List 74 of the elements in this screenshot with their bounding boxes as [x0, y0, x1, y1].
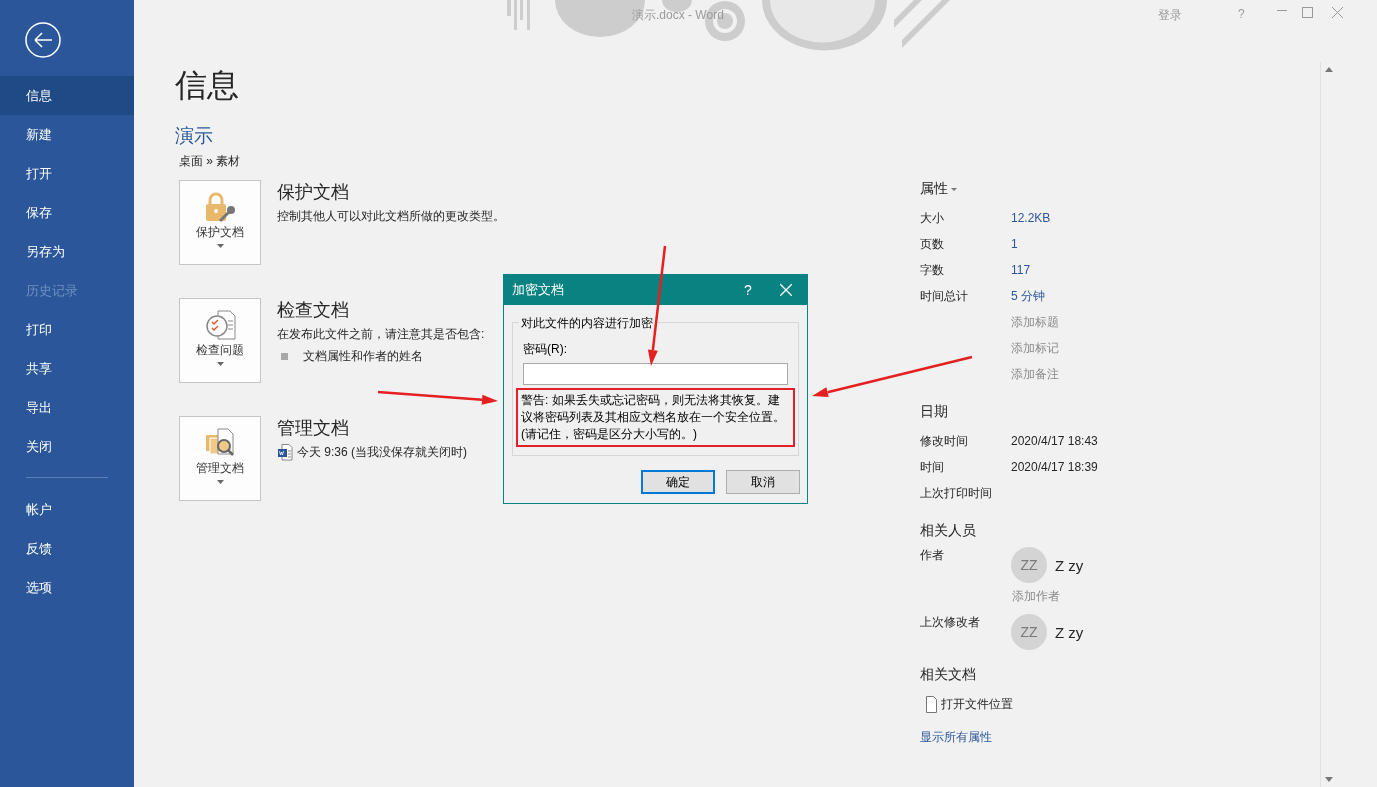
lock-key-icon — [204, 191, 236, 223]
dialog-button[interactable]: 确定 — [641, 470, 715, 494]
window-title: 演示.docx - Word — [632, 7, 724, 24]
field-label: 密码(R): — [523, 341, 568, 358]
properties-heading: 属性 — [920, 180, 948, 198]
page-title: 信息 — [175, 66, 240, 105]
section-heading: 检查文档 — [277, 299, 350, 322]
close-icon[interactable] — [1332, 7, 1343, 18]
property-label: 作者 — [920, 547, 945, 564]
document-path[interactable]: 桌面 » 素材 — [179, 153, 775, 170]
property-value: 1 — [1011, 237, 1018, 251]
section-heading: 管理文档 — [277, 417, 350, 440]
group-label: 对此文件的内容进行加密 — [519, 315, 655, 332]
sidebar-item[interactable]: 另存为 — [0, 232, 134, 271]
word-document-icon — [277, 444, 293, 461]
warning-text: 警告: 如果丢失或忘记密码，则无法将其恢复。建议将密码列表及其相应文档名放在一个安全位置。(请记住，密码是区分大小写的。) — [521, 392, 786, 443]
section-button[interactable]: 检查问题 — [179, 298, 261, 383]
person-name[interactable]: Z zy — [1055, 623, 1084, 641]
checklist-document-icon — [204, 309, 236, 341]
dialog-title: 加密文档 — [512, 281, 565, 299]
bullet-text: 文档属性和作者的姓名 — [303, 348, 423, 365]
restore-icon[interactable] — [1302, 7, 1313, 18]
property-value: 5 分钟 — [1011, 287, 1045, 305]
document-icon — [926, 695, 937, 713]
show-all-properties-link[interactable]: 显示所有属性 — [920, 729, 992, 746]
sidebar-item[interactable]: 关闭 — [0, 427, 134, 466]
section-button[interactable]: 保护文档 — [179, 180, 261, 265]
section-button[interactable]: 管理文档 — [179, 416, 261, 501]
properties-header[interactable]: 属性 — [920, 180, 1320, 198]
sidebar-item[interactable]: 选项 — [0, 568, 134, 607]
scroll-down-icon[interactable] — [1324, 777, 1333, 782]
avatar: ZZ — [1011, 614, 1047, 650]
version-entry[interactable]: 今天 9:36 (当我没保存就关闭时) — [297, 444, 467, 461]
property-value: 12.2KB — [1011, 211, 1051, 225]
caret-icon — [216, 244, 224, 248]
caret-icon — [216, 362, 224, 366]
sidebar-item[interactable]: 打开 — [0, 154, 134, 193]
property-label: 页数 — [920, 235, 945, 253]
property-label: 上次打印时间 — [920, 484, 993, 502]
password-field[interactable] — [523, 363, 788, 385]
section-heading: 相关文档 — [920, 666, 977, 684]
property-label: 修改时间 — [920, 432, 969, 450]
sidebar-item[interactable]: 信息 — [0, 76, 134, 115]
caret-icon — [216, 480, 224, 484]
sidebar-item[interactable]: 帐户 — [0, 490, 134, 529]
property-value: 2020/4/17 18:39 — [1011, 460, 1098, 474]
sidebar-item[interactable]: 打印 — [0, 310, 134, 349]
section-description: 在发布此文件之前，请注意其是否包含: — [277, 326, 485, 343]
avatar: ZZ — [1011, 547, 1047, 583]
property-label: 大小 — [920, 209, 945, 227]
caret-icon — [951, 187, 957, 191]
dialog-button[interactable]: 取消 — [726, 470, 800, 494]
property-label: 上次修改者 — [920, 614, 981, 631]
person-name[interactable]: Z zy — [1055, 556, 1084, 574]
property-label: 时间 — [920, 458, 945, 476]
sidebar-item[interactable]: 共享 — [0, 349, 134, 388]
property-value: 117 — [1011, 263, 1031, 277]
sidebar-item[interactable]: 新建 — [0, 115, 134, 154]
document-name: 演示 — [175, 124, 214, 148]
related-document-link[interactable]: 打开文件位置 — [941, 695, 1013, 713]
sidebar-item[interactable]: 导出 — [0, 388, 134, 427]
bullet-icon — [281, 353, 288, 360]
section-heading: 日期 — [920, 403, 949, 421]
section-description: 控制其他人可以对此文档所做的更改类型。 — [277, 208, 505, 225]
property-label: 字数 — [920, 261, 945, 279]
section-heading: 保护文档 — [277, 181, 350, 204]
section-heading: 相关人员 — [920, 522, 977, 540]
sidebar-item[interactable]: 保存 — [0, 193, 134, 232]
help-button[interactable]: ? — [728, 282, 768, 298]
back-icon[interactable] — [25, 22, 61, 58]
property-label: 时间总计 — [920, 287, 969, 305]
scroll-up-icon[interactable] — [1324, 67, 1333, 72]
property-value: 2020/4/17 18:43 — [1011, 434, 1098, 448]
sidebar-item[interactable]: 反馈 — [0, 529, 134, 568]
